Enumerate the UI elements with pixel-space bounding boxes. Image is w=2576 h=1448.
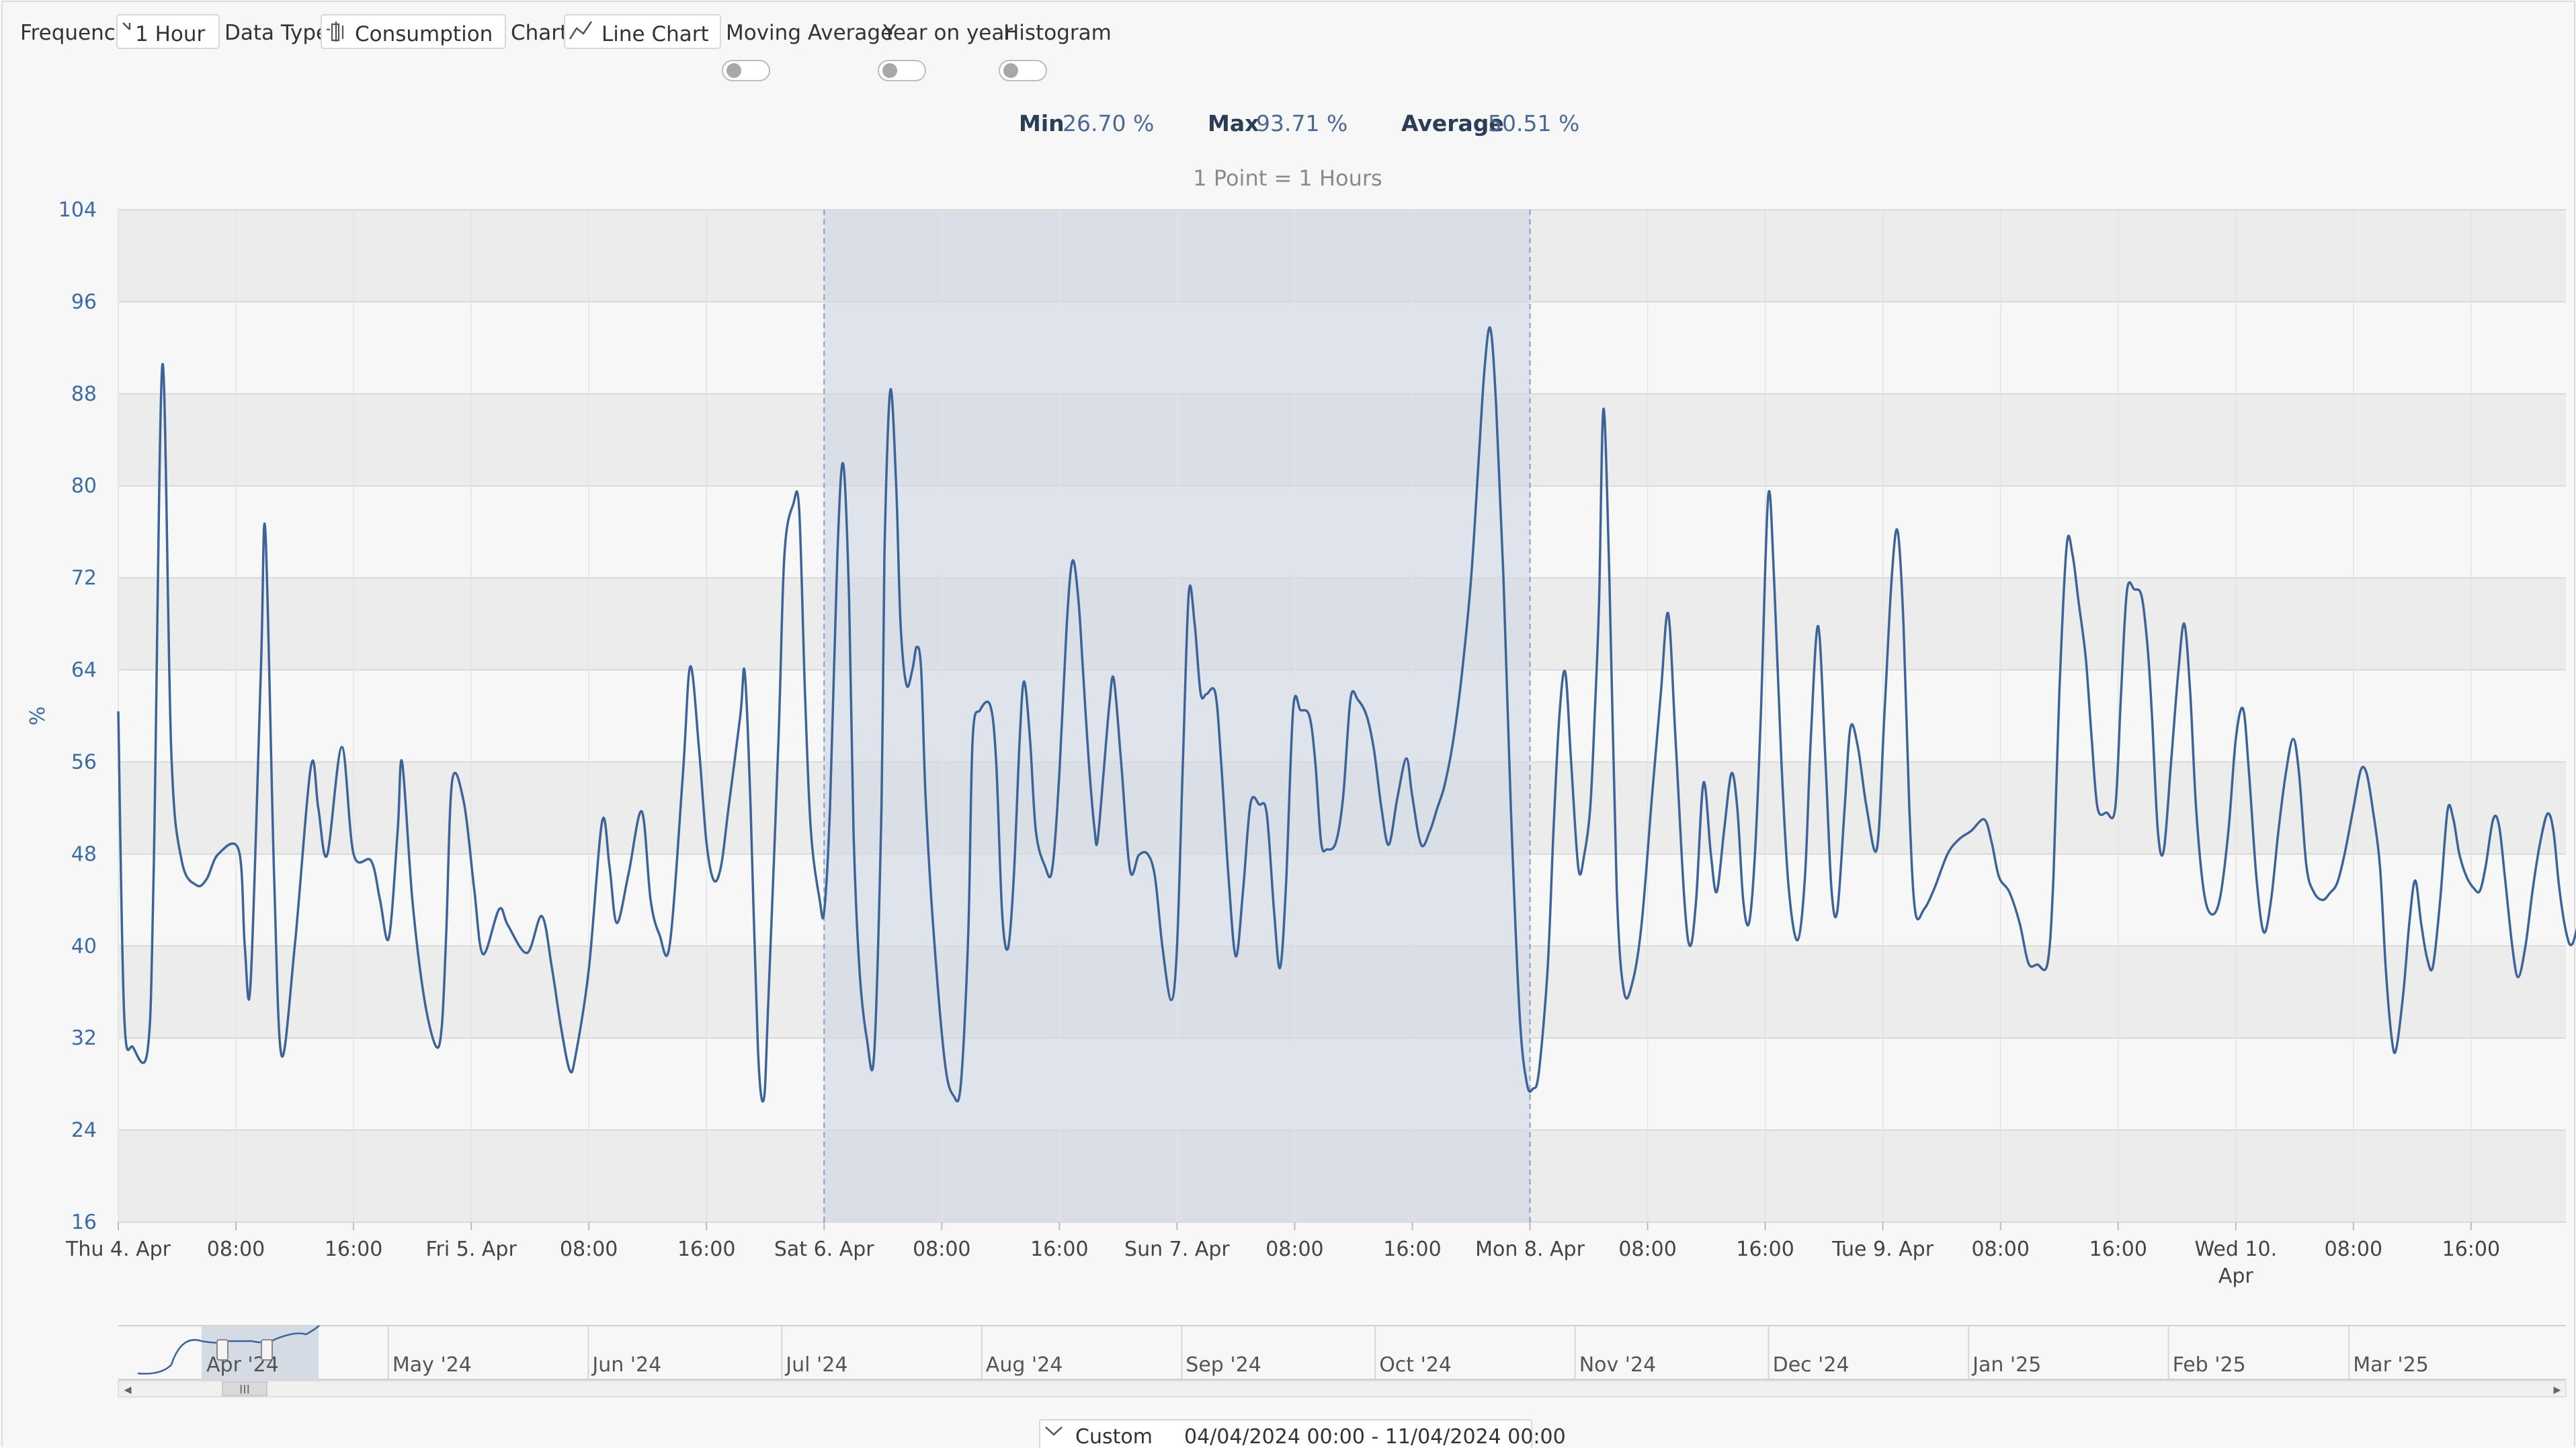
histogram-label: Histogram	[1003, 21, 1112, 45]
chart-type-dropdown[interactable]: Line Chart	[564, 14, 721, 49]
max-label: Max	[1208, 110, 1259, 136]
x-tick-label: 16:00	[1383, 1238, 1441, 1261]
min-label: Min	[1019, 110, 1065, 136]
navigator-month-label: Jun '24	[591, 1353, 661, 1377]
points-info: 1 Point = 1 Hours	[1193, 165, 1382, 191]
moving-average-toggle-knob	[726, 63, 741, 78]
moving-average-label: Moving Average	[726, 21, 893, 45]
frequency-dropdown[interactable]: 1 Hour	[116, 14, 220, 49]
x-tick-label: Sun 7. Apr	[1124, 1238, 1230, 1261]
stats-row: Min 26.70 % Max 93.71 % Average 50.51 %	[1019, 110, 1579, 136]
y-tick-label: 88	[71, 383, 97, 406]
x-tick-label: 16:00	[677, 1238, 735, 1261]
max-value: 93.71 %	[1256, 110, 1347, 136]
chart-type-value: Line Chart	[601, 22, 709, 46]
y-tick-label: 96	[71, 290, 97, 314]
min-value: 26.70 %	[1063, 110, 1154, 136]
navigator-month-label: May '24	[392, 1353, 472, 1377]
navigator-month-label: Sep '24	[1186, 1353, 1261, 1377]
y-tick-label: 56	[71, 750, 97, 774]
navigator-month-label: Mar '25	[2353, 1353, 2429, 1377]
histogram-toggle[interactable]	[999, 60, 1047, 81]
scrollbar-grip-icon: III	[239, 1383, 250, 1397]
scroll-right-arrow-icon[interactable]: ▸	[2553, 1381, 2561, 1398]
x-tick-label: 08:00	[560, 1238, 618, 1261]
x-tick-label: 16:00	[2442, 1238, 2500, 1261]
moving-average-toggle[interactable]	[722, 60, 770, 81]
range-text: 04/04/2024 00:00 - 11/04/2024 00:00	[1184, 1425, 1566, 1448]
y-tick-label: 16	[71, 1211, 97, 1234]
navigator-right-handle[interactable]	[261, 1339, 273, 1361]
y-tick-label: 104	[58, 198, 97, 222]
y-axis-label: %	[26, 707, 50, 726]
frequency-label: Frequency	[20, 21, 128, 45]
navigator-month-label: Feb '25	[2173, 1353, 2246, 1377]
histogram-toggle-knob	[1003, 63, 1018, 78]
range-mode[interactable]: Custom	[1075, 1425, 1153, 1448]
y-tick-label: 40	[71, 934, 97, 958]
x-tick-label: Fri 5. Apr	[425, 1238, 517, 1261]
navigator-month-label: Jul '24	[784, 1353, 847, 1377]
y-tick-label: 24	[71, 1119, 97, 1142]
average-value: 50.51 %	[1488, 110, 1579, 136]
year-on-year-toggle[interactable]	[878, 60, 926, 81]
x-tick-label: 16:00	[325, 1238, 382, 1261]
navigator-month-label: Aug '24	[986, 1353, 1063, 1377]
navigator-month-label: Jan '25	[1971, 1353, 2041, 1377]
x-tick-label: Mon 8. Apr	[1475, 1238, 1585, 1261]
x-tick-label: 16:00	[1030, 1238, 1088, 1261]
x-tick-label: 08:00	[1618, 1238, 1676, 1261]
y-tick-label: 72	[71, 567, 97, 590]
x-tick-label: 08:00	[1265, 1238, 1323, 1261]
range-footer[interactable]: Custom 04/04/2024 00:00 - 11/04/2024 00:…	[1039, 1419, 1566, 1448]
y-tick-label: 64	[71, 659, 97, 682]
navigator-month-label: Nov '24	[1579, 1353, 1657, 1377]
x-tick-label: 08:00	[207, 1238, 265, 1261]
y-tick-label: 80	[71, 475, 97, 498]
data-type-value: Consumption	[355, 22, 493, 46]
data-type-label: Data Type	[224, 21, 329, 45]
y-tick-label: 48	[71, 842, 97, 866]
x-tick-label: 16:00	[2089, 1238, 2147, 1261]
data-type-dropdown[interactable]: Consumption	[321, 14, 506, 49]
x-tick-label: Sat 6. Apr	[774, 1238, 874, 1261]
chart-label: Chart	[511, 21, 568, 45]
scroll-left-arrow-icon[interactable]: ◂	[124, 1381, 131, 1398]
x-tick-label: 08:00	[913, 1238, 970, 1261]
x-tick-label: Tue 9. Apr	[1831, 1238, 1934, 1261]
navigator-left-handle[interactable]	[216, 1339, 228, 1361]
navigator-month-label: Oct '24	[1379, 1353, 1452, 1377]
year-on-year-label: Year on year	[882, 21, 1013, 45]
year-on-year-toggle-knob	[882, 63, 897, 78]
x-tick-label: Thu 4. Apr	[65, 1238, 171, 1261]
y-tick-label: 32	[71, 1027, 97, 1050]
x-tick-label: 08:00	[2325, 1238, 2382, 1261]
navigator-scrollbar-track[interactable]	[118, 1380, 2567, 1398]
frequency-value: 1 Hour	[135, 22, 206, 46]
navigator-month-label: Dec '24	[1773, 1353, 1850, 1377]
consumption-chart: Frequency 1 Hour Data Type Consumption C…	[0, 0, 2576, 1448]
x-tick-label: 08:00	[1971, 1238, 2029, 1261]
x-tick-label: 16:00	[1736, 1238, 1794, 1261]
